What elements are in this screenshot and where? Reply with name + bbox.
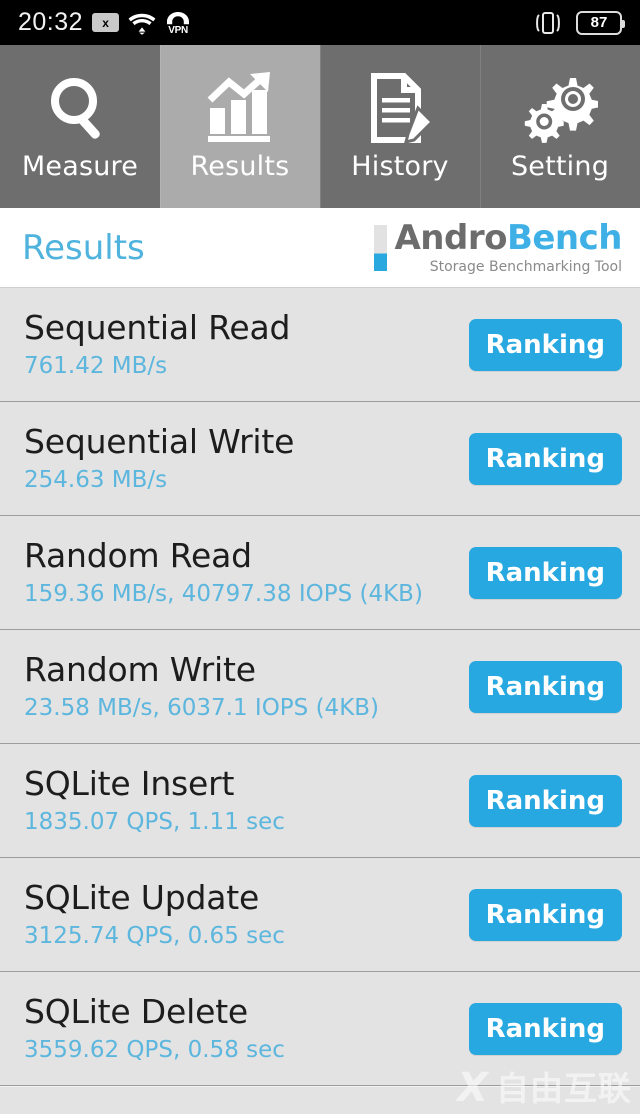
table-row[interactable]: Random Write 23.58 MB/s, 6037.1 IOPS (4K… [0, 630, 640, 745]
mute-icon: x [92, 13, 120, 32]
magnifier-icon [42, 71, 118, 145]
status-bar: 20:32 x VPN 87 [0, 0, 640, 45]
ranking-button[interactable]: Ranking [468, 432, 622, 485]
tab-history[interactable]: History [320, 45, 480, 208]
clock: 20:32 [18, 8, 84, 36]
vibrate-icon [532, 10, 564, 36]
page-header: Results AndroBench Storage Benchmarking … [0, 208, 640, 288]
results-list: Sequential Read 761.42 MB/s Ranking Sequ… [0, 288, 640, 1087]
vpn-icon: VPN [165, 11, 191, 36]
result-info: SQLite Delete 3559.62 QPS, 0.58 sec [24, 991, 285, 1063]
ranking-button[interactable]: Ranking [468, 660, 622, 713]
result-info: Sequential Write 254.63 MB/s [24, 421, 295, 493]
result-name: Random Write [24, 649, 256, 689]
tab-results-label: Results [190, 151, 290, 182]
battery-level-label: 87 [590, 14, 608, 31]
logo-andro: Andro [394, 217, 507, 258]
result-info: Random Read 159.36 MB/s, 40797.38 IOPS (… [24, 535, 423, 607]
app-screen: 20:32 x VPN 87 Measure Results History S… [0, 0, 640, 1114]
tab-setting[interactable]: Setting [480, 45, 640, 208]
ranking-button[interactable]: Ranking [468, 1002, 622, 1055]
result-value: 159.36 MB/s, 40797.38 IOPS (4KB) [24, 580, 423, 607]
tab-measure[interactable]: Measure [0, 45, 160, 208]
status-bar-left: 20:32 x VPN [18, 8, 191, 37]
table-row[interactable]: Random Read 159.36 MB/s, 40797.38 IOPS (… [0, 516, 640, 631]
result-value: 3125.74 QPS, 0.65 sec [24, 922, 285, 949]
result-name: SQLite Update [24, 877, 260, 917]
result-name: Random Read [24, 535, 252, 575]
result-name: SQLite Insert [24, 763, 235, 803]
result-value: 3559.62 QPS, 0.58 sec [24, 1036, 285, 1063]
result-name: Sequential Write [24, 421, 295, 461]
wifi-icon [128, 11, 156, 35]
logo-bar-icon [374, 224, 388, 271]
document-pencil-icon [362, 71, 438, 145]
table-row[interactable]: SQLite Insert 1835.07 QPS, 1.11 sec Rank… [0, 744, 640, 859]
logo-wordmark: AndroBench [394, 221, 622, 255]
ranking-button[interactable]: Ranking [468, 774, 622, 827]
logo-text: AndroBench Storage Benchmarking Tool [394, 221, 622, 275]
result-name: Sequential Read [24, 307, 291, 347]
result-info: Sequential Read 761.42 MB/s [24, 307, 291, 379]
tab-results[interactable]: Results [160, 45, 320, 208]
vpn-label: VPN [168, 24, 188, 36]
table-row[interactable]: Sequential Read 761.42 MB/s Ranking [0, 288, 640, 403]
result-info: SQLite Insert 1835.07 QPS, 1.11 sec [24, 763, 285, 835]
logo-bench: Bench [506, 217, 623, 258]
gears-icon [522, 71, 598, 145]
result-name: SQLite Delete [24, 991, 249, 1031]
main-tab-bar: Measure Results History Setting [0, 45, 640, 208]
status-bar-right: 87 [532, 10, 625, 36]
battery-icon: 87 [576, 10, 625, 35]
table-row[interactable]: Sequential Write 254.63 MB/s Ranking [0, 402, 640, 517]
result-value: 761.42 MB/s [24, 352, 168, 379]
result-value: 1835.07 QPS, 1.11 sec [24, 808, 285, 835]
result-info: Random Write 23.58 MB/s, 6037.1 IOPS (4K… [24, 649, 380, 721]
tab-history-label: History [351, 151, 449, 182]
page-title: Results [22, 227, 145, 268]
androbench-logo: AndroBench Storage Benchmarking Tool [374, 221, 623, 275]
ranking-button[interactable]: Ranking [468, 888, 622, 941]
tab-measure-label: Measure [21, 151, 139, 182]
tab-setting-label: Setting [510, 151, 610, 182]
table-row[interactable]: SQLite Delete 3559.62 QPS, 0.58 sec Rank… [0, 972, 640, 1087]
result-value: 254.63 MB/s [24, 466, 168, 493]
bar-chart-trend-icon [202, 71, 278, 145]
logo-tagline: Storage Benchmarking Tool [429, 258, 622, 275]
result-value: 23.58 MB/s, 6037.1 IOPS (4KB) [24, 694, 380, 721]
ranking-button[interactable]: Ranking [468, 318, 622, 371]
result-info: SQLite Update 3125.74 QPS, 0.65 sec [24, 877, 285, 949]
ranking-button[interactable]: Ranking [468, 546, 622, 599]
table-row[interactable]: SQLite Update 3125.74 QPS, 0.65 sec Rank… [0, 858, 640, 973]
